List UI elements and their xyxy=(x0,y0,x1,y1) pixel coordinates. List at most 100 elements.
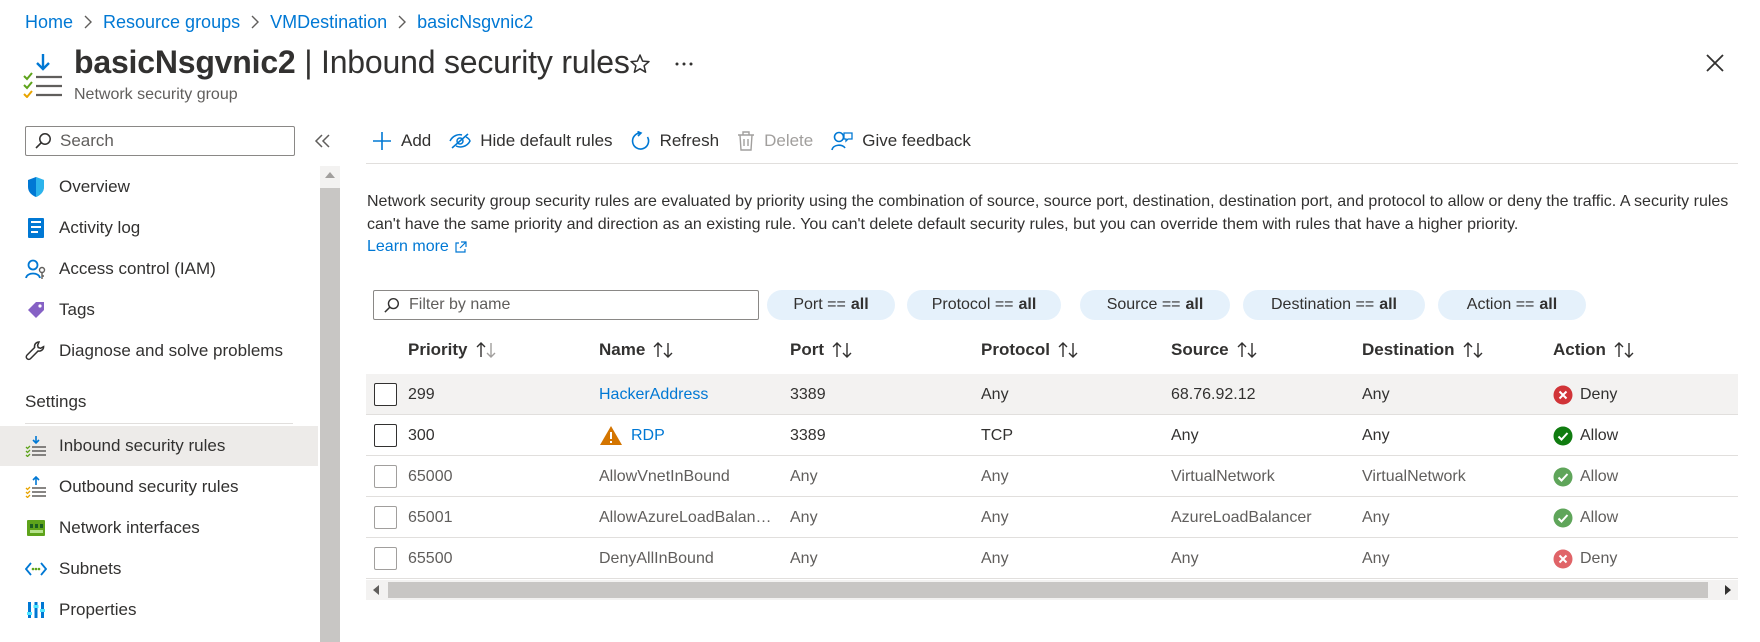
table-horizontal-scrollbar[interactable] xyxy=(366,580,1738,600)
deny-icon xyxy=(1553,549,1573,569)
command-bar: Add Hide default rules Refresh Delete Gi… xyxy=(372,126,989,156)
cell-name: AllowAzureLoadBalan… xyxy=(599,508,772,526)
tag-icon xyxy=(25,299,47,321)
sidebar-item-access-control[interactable]: Access control (IAM) xyxy=(0,249,318,289)
row-checkbox[interactable] xyxy=(374,424,397,447)
sidebar-item-label: Properties xyxy=(59,600,137,619)
cell-source: Any xyxy=(1171,426,1199,444)
table-row[interactable]: 299 HackerAddress 3389 Any 68.76.92.12 A… xyxy=(366,374,1738,415)
inbound-icon xyxy=(25,435,47,457)
allow-icon xyxy=(1553,508,1573,528)
column-header-name[interactable]: Name xyxy=(599,338,675,362)
cell-name: DenyAllInBound xyxy=(599,549,714,567)
port-filter-pill[interactable]: Port == all xyxy=(767,290,895,320)
breadcrumb-home[interactable]: Home xyxy=(25,12,73,33)
source-filter-pill[interactable]: Source == all xyxy=(1080,290,1230,320)
row-checkbox[interactable] xyxy=(374,506,397,529)
sidebar-search-input[interactable]: Search xyxy=(25,126,295,156)
pill-value: all xyxy=(850,296,869,313)
scroll-up-arrow-icon[interactable] xyxy=(325,172,335,178)
sidebar-item-network-interfaces[interactable]: Network interfaces xyxy=(0,508,318,548)
more-options-icon[interactable] xyxy=(672,52,696,76)
chevron-right-icon xyxy=(83,15,93,29)
cell-destination: Any xyxy=(1362,549,1390,567)
star-icon[interactable] xyxy=(628,52,652,76)
log-icon xyxy=(25,217,47,239)
sidebar-scrollbar[interactable] xyxy=(320,166,340,642)
pill-value: all xyxy=(1185,296,1204,313)
sidebar-item-activity-log[interactable]: Activity log xyxy=(0,208,318,248)
sidebar-item-inbound-rules[interactable]: Inbound security rules xyxy=(0,426,318,466)
iam-icon xyxy=(25,258,47,280)
column-header-action[interactable]: Action xyxy=(1553,338,1636,362)
column-header-port[interactable]: Port xyxy=(790,338,854,362)
cell-protocol: Any xyxy=(981,385,1009,403)
hide-default-rules-button[interactable]: Hide default rules xyxy=(449,131,613,151)
pill-key: Protocol == xyxy=(931,296,1014,313)
collapse-sidebar-icon[interactable] xyxy=(312,130,334,152)
cell-name: RDP xyxy=(599,415,665,456)
sidebar-item-properties[interactable]: Properties xyxy=(0,590,318,630)
column-header-source[interactable]: Source xyxy=(1171,338,1259,362)
sidebar-item-subnets[interactable]: Subnets xyxy=(0,549,318,589)
column-label: Protocol xyxy=(981,340,1050,359)
column-header-priority[interactable]: Priority xyxy=(408,338,498,362)
row-checkbox[interactable] xyxy=(374,383,397,406)
scroll-left-arrow-icon[interactable] xyxy=(373,585,379,595)
column-label: Action xyxy=(1553,340,1606,359)
cell-name-link[interactable]: HackerAddress xyxy=(599,374,708,415)
sort-icon xyxy=(1058,341,1080,359)
cell-port: Any xyxy=(790,467,818,485)
add-button[interactable]: Add xyxy=(372,131,431,151)
destination-filter-pill[interactable]: Destination == all xyxy=(1243,290,1425,320)
subnet-icon xyxy=(25,558,47,580)
cell-destination: Any xyxy=(1362,385,1390,403)
row-checkbox[interactable] xyxy=(374,465,397,488)
table-row[interactable]: 65000 AllowVnetInBound Any Any VirtualNe… xyxy=(366,456,1738,497)
description-body: Network security group security rules ar… xyxy=(367,193,1729,233)
breadcrumb-vmdestination[interactable]: VMDestination xyxy=(270,12,387,33)
delete-button[interactable]: Delete xyxy=(737,131,813,151)
breadcrumb-resource-groups[interactable]: Resource groups xyxy=(103,12,240,33)
delete-label: Delete xyxy=(764,131,814,150)
sidebar-item-label: Activity log xyxy=(59,218,141,237)
table-row[interactable]: 65001 AllowAzureLoadBalan… Any Any Azure… xyxy=(366,497,1738,538)
cell-name-link[interactable]: RDP xyxy=(631,427,665,445)
row-checkbox[interactable] xyxy=(374,547,397,570)
add-label: Add xyxy=(401,131,432,150)
sidebar-item-tags[interactable]: Tags xyxy=(0,290,318,330)
table-row[interactable]: 300 RDP 3389 TCP Any Any Allow xyxy=(366,415,1738,456)
scroll-right-arrow-icon[interactable] xyxy=(1725,585,1731,595)
filter-by-name-input[interactable]: Filter by name xyxy=(373,290,759,320)
protocol-filter-pill[interactable]: Protocol == all xyxy=(907,290,1061,320)
inbound-rules-icon xyxy=(22,52,64,99)
sidebar-item-outbound-rules[interactable]: Outbound security rules xyxy=(0,467,318,507)
refresh-button[interactable]: Refresh xyxy=(631,131,719,151)
plus-icon xyxy=(373,132,391,150)
learn-more-link[interactable]: Learn more xyxy=(367,236,467,259)
cell-destination: Any xyxy=(1362,426,1390,444)
sidebar-scrollbar-thumb[interactable] xyxy=(320,188,340,642)
close-icon[interactable] xyxy=(1702,50,1728,76)
cell-port: Any xyxy=(790,549,818,567)
cell-action: Allow xyxy=(1553,456,1618,497)
page-title: basicNsgvnic2 | Inbound security rules xyxy=(74,44,630,81)
sidebar-item-overview[interactable]: Overview xyxy=(0,167,318,207)
external-link-icon xyxy=(455,241,467,253)
sort-icon xyxy=(476,341,498,359)
search-icon xyxy=(35,133,51,149)
table-scrollbar-thumb[interactable] xyxy=(388,582,1708,598)
sort-icon xyxy=(1237,341,1259,359)
table-row[interactable]: 65500 DenyAllInBound Any Any Any Any Den… xyxy=(366,538,1738,579)
breadcrumb-basicnsgvnic2[interactable]: basicNsgvnic2 xyxy=(417,12,533,33)
allow-icon xyxy=(1553,467,1573,487)
column-header-protocol[interactable]: Protocol xyxy=(981,338,1080,362)
cell-protocol: TCP xyxy=(981,426,1013,444)
action-label: Allow xyxy=(1580,467,1619,485)
sidebar-item-diagnose[interactable]: Diagnose and solve problems xyxy=(0,331,318,371)
column-header-destination[interactable]: Destination xyxy=(1362,338,1485,362)
action-filter-pill[interactable]: Action == all xyxy=(1438,290,1586,320)
give-feedback-button[interactable]: Give feedback xyxy=(831,130,971,152)
description-text: Network security group security rules ar… xyxy=(367,191,1737,259)
cell-source: VirtualNetwork xyxy=(1171,467,1275,485)
